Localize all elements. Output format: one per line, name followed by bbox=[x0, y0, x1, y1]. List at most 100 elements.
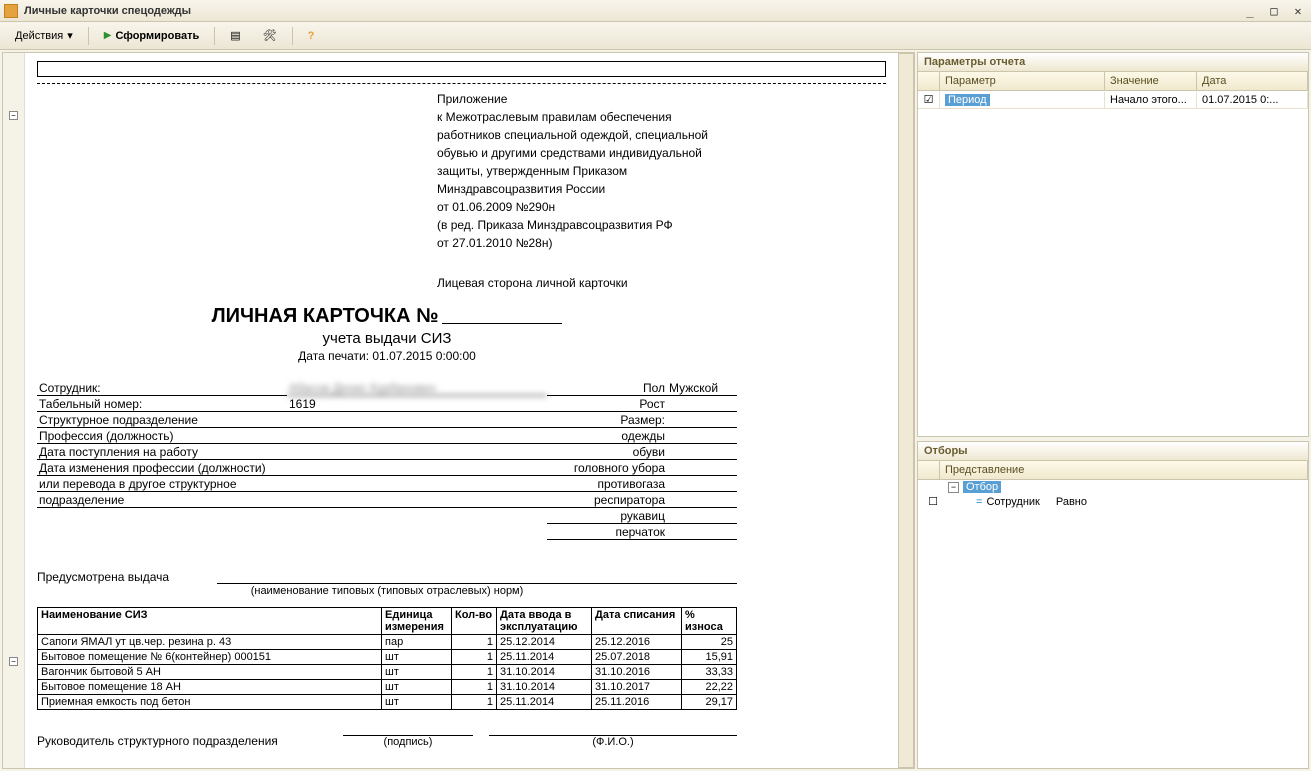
filter-operator-icon: = bbox=[976, 496, 982, 508]
appendix-line: (в ред. Приказа Минздравсоцразвития РФ bbox=[437, 216, 737, 234]
siz-table-cell: 1 bbox=[452, 650, 497, 665]
siz-table-cell: 31.10.2014 bbox=[497, 680, 592, 695]
minimize-button[interactable]: _ bbox=[1241, 4, 1259, 18]
print-date: Дата печати: 01.07.2015 0:00:00 bbox=[37, 349, 737, 363]
chevron-down-icon: ▾ bbox=[67, 29, 73, 42]
siz-table-cell: 33,33 bbox=[682, 665, 737, 680]
siz-table-row: Вагончик бытовой 5 АНшт131.10.201431.10.… bbox=[38, 665, 737, 680]
label-hire: Дата поступления на работу bbox=[37, 445, 287, 460]
vertical-scrollbar[interactable] bbox=[898, 53, 914, 768]
label-change3: подразделение bbox=[37, 493, 287, 508]
siz-table-row: Сапоги ЯМАЛ ут цв.чер. резина р. 43пар12… bbox=[38, 635, 737, 650]
face-side-label: Лицевая сторона личной карточки bbox=[437, 276, 737, 290]
maximize-button[interactable]: □ bbox=[1265, 4, 1283, 18]
value-job bbox=[287, 429, 547, 444]
appendix-block: Приложение к Межотраслевым правилам обес… bbox=[437, 90, 737, 252]
siz-table-cell: Сапоги ЯМАЛ ут цв.чер. резина р. 43 bbox=[38, 635, 382, 650]
value-blank bbox=[287, 461, 547, 476]
help-button[interactable]: ? bbox=[299, 26, 324, 46]
value-struct bbox=[287, 413, 547, 428]
separator bbox=[88, 27, 89, 45]
col-value[interactable]: Значение bbox=[1105, 72, 1197, 90]
siz-table-cell: 1 bbox=[452, 665, 497, 680]
close-button[interactable]: ✕ bbox=[1289, 4, 1307, 18]
label-job: Профессия (должность) bbox=[37, 429, 287, 444]
value-gasmask bbox=[667, 477, 737, 492]
params-row[interactable]: ☑ Период Начало этого... 01.07.2015 0:..… bbox=[918, 91, 1308, 109]
filter-root-row[interactable]: − Отбор bbox=[918, 480, 1308, 494]
row-param[interactable]: Период bbox=[945, 94, 990, 106]
siz-table-cell: 25.11.2016 bbox=[592, 695, 682, 710]
value-size bbox=[667, 413, 737, 428]
siz-table-cell: шт bbox=[382, 665, 452, 680]
label-respirator: респиратора bbox=[547, 493, 667, 508]
filters-title: Отборы bbox=[918, 442, 1308, 461]
value-blank bbox=[287, 493, 547, 508]
siz-table-cell: Вагончик бытовой 5 АН bbox=[38, 665, 382, 680]
col-date[interactable]: Дата bbox=[1197, 72, 1308, 90]
params-empty bbox=[918, 109, 1308, 436]
row-checkbox[interactable]: ☑ bbox=[918, 91, 940, 108]
tool-button-2[interactable]: 🛠 bbox=[254, 25, 286, 46]
collapse-toggle[interactable]: − bbox=[9, 657, 18, 666]
separator bbox=[292, 27, 293, 45]
label-change2: или перевода в другое структурное bbox=[37, 477, 287, 492]
info-grid: Сотрудник: Абасов Денис Курбанович Пол М… bbox=[37, 381, 737, 540]
value-headgear bbox=[667, 461, 737, 476]
checkbox-col bbox=[918, 72, 940, 90]
siz-table-cell: шт bbox=[382, 695, 452, 710]
siz-table: Наименование СИЗЕдиница измеренияКол-воД… bbox=[37, 607, 737, 710]
siz-table-cell: 31.10.2016 bbox=[592, 665, 682, 680]
generate-button[interactable]: ▶ Сформировать bbox=[95, 26, 209, 46]
siz-table-cell: Приемная емкость под бетон bbox=[38, 695, 382, 710]
siz-table-cell: Бытовое помещение № 6(контейнер) 000151 bbox=[38, 650, 382, 665]
siz-table-header: Дата ввода в эксплуатацию bbox=[497, 608, 592, 635]
card-number-line bbox=[442, 306, 562, 324]
siz-table-cell: шт bbox=[382, 680, 452, 695]
row-date[interactable]: 01.07.2015 0:... bbox=[1197, 92, 1308, 108]
actions-menu[interactable]: Действия ▾ bbox=[6, 25, 82, 46]
predus-label: Предусмотрена выдача bbox=[37, 570, 217, 584]
collapse-toggle[interactable]: − bbox=[9, 111, 18, 120]
document-scroll[interactable]: Приложение к Межотраслевым правилам обес… bbox=[25, 53, 898, 768]
filter-condition: Равно bbox=[1056, 496, 1087, 508]
label-mittens: рукавиц bbox=[547, 509, 667, 524]
siz-table-cell: 25 bbox=[682, 635, 737, 650]
signature-row: Руководитель структурного подразделения … bbox=[37, 722, 737, 748]
siz-table-cell: 25.11.2014 bbox=[497, 695, 592, 710]
filter-item-row[interactable]: ☐ = Сотрудник Равно bbox=[918, 494, 1308, 509]
actions-label: Действия bbox=[15, 30, 63, 42]
help-icon: ? bbox=[308, 30, 315, 42]
siz-table-cell: 29,17 bbox=[682, 695, 737, 710]
label-change1: Дата изменения профессии (должности) bbox=[37, 461, 287, 476]
filter-field: Сотрудник bbox=[986, 496, 1039, 508]
label-clothes: одежды bbox=[547, 429, 667, 444]
siz-table-row: Бытовое помещение № 6(контейнер) 000151ш… bbox=[38, 650, 737, 665]
appendix-line: Минздравсоцразвития России bbox=[437, 180, 737, 198]
siz-table-cell: 1 bbox=[452, 680, 497, 695]
params-header: Параметр Значение Дата bbox=[918, 72, 1308, 91]
siz-table-header: % износа bbox=[682, 608, 737, 635]
siz-table-cell: 1 bbox=[452, 695, 497, 710]
label-height: Рост bbox=[547, 397, 667, 412]
col-representation[interactable]: Представление bbox=[940, 461, 1308, 479]
item-checkbox[interactable]: ☐ bbox=[922, 495, 944, 508]
window-controls: _ □ ✕ bbox=[1241, 4, 1307, 18]
siz-table-cell: 1 bbox=[452, 635, 497, 650]
col-param[interactable]: Параметр bbox=[940, 72, 1105, 90]
value-height bbox=[667, 397, 737, 412]
window-title: Личные карточки спецодежды bbox=[24, 5, 1241, 17]
blank bbox=[37, 509, 287, 524]
appendix-line: Приложение bbox=[437, 90, 737, 108]
tree-collapse-icon[interactable]: − bbox=[948, 482, 959, 493]
gutter: − − bbox=[3, 53, 25, 768]
sign-line bbox=[343, 722, 473, 736]
row-value[interactable]: Начало этого... bbox=[1105, 92, 1197, 108]
tool-button-1[interactable]: ▤ bbox=[221, 25, 249, 46]
label-tabno: Табельный номер: bbox=[37, 397, 287, 412]
siz-table-cell: 31.10.2014 bbox=[497, 665, 592, 680]
predus-block: Предусмотрена выдача (наименование типов… bbox=[37, 570, 737, 597]
checkbox-col bbox=[918, 461, 940, 479]
label-size: Размер: bbox=[547, 413, 667, 428]
document-panel: − − Приложение к Межотраслевым правилам … bbox=[2, 52, 915, 769]
